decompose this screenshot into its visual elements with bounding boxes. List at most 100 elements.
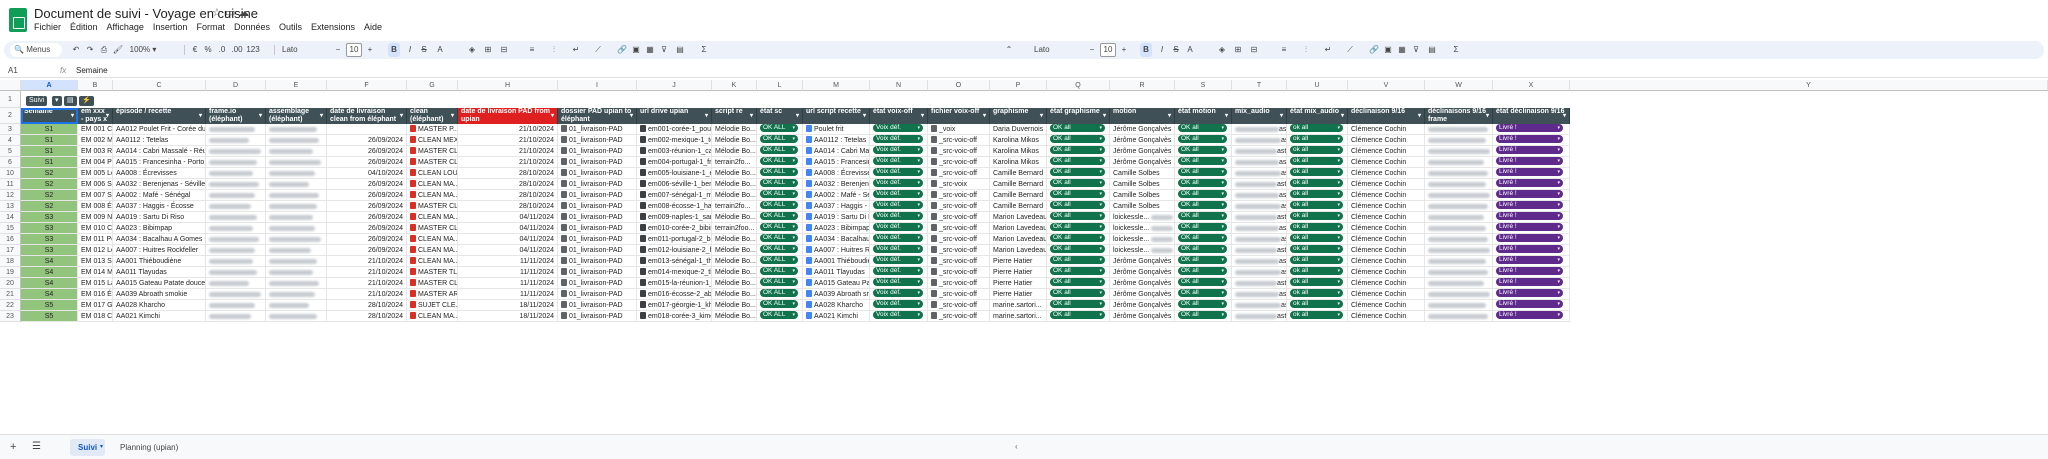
- table-cell[interactable]: EM 001 Corée 1: [78, 124, 113, 135]
- column-header-V[interactable]: V: [1348, 80, 1425, 91]
- table-cell[interactable]: 21/10/2024: [458, 146, 558, 157]
- status-chip[interactable]: OK all ▾: [1050, 190, 1105, 199]
- table-cell[interactable]: OK all ▾: [1047, 267, 1110, 278]
- table-cell[interactable]: [266, 190, 327, 201]
- filter-dropdown-icon[interactable]: ▾: [451, 112, 454, 120]
- status-chip[interactable]: OK ALL ▾: [760, 179, 798, 188]
- increase-decimal-button[interactable]: .00: [230, 43, 244, 57]
- table-cell[interactable]: Mélodie Bo...: [712, 190, 757, 201]
- column-header-S[interactable]: S: [1175, 80, 1232, 91]
- table-cell[interactable]: em014-mexique-2_tla...: [637, 267, 712, 278]
- table-cell[interactable]: 28/10/2024: [458, 190, 558, 201]
- filter-dropdown-icon[interactable]: ▾: [1040, 112, 1043, 120]
- table-cell[interactable]: [266, 135, 327, 146]
- table-cell[interactable]: [206, 311, 266, 322]
- table-cell[interactable]: em015-la-réunion-1_...: [637, 278, 712, 289]
- table-cell[interactable]: OK all ▾: [1047, 135, 1110, 146]
- status-chip[interactable]: Livré ! ▾: [1496, 256, 1563, 265]
- font-size-decrease[interactable]: −: [334, 43, 342, 57]
- table-cell[interactable]: AA037 : Haggis - É...: [803, 201, 870, 212]
- table-cell[interactable]: OK all ▾: [1175, 256, 1232, 267]
- table-cell[interactable]: 01_livraison-PAD: [558, 256, 637, 267]
- table-cell[interactable]: MASTER CL...: [407, 157, 458, 168]
- table-cell[interactable]: MASTER CL...: [407, 146, 458, 157]
- table-cell[interactable]: Livré ! ▾: [1493, 135, 1570, 146]
- table-cell[interactable]: 26/09/2024: [327, 201, 407, 212]
- table-cell[interactable]: [206, 190, 266, 201]
- table-cell[interactable]: Jérôme Gonçalvès: [1110, 256, 1175, 267]
- filter-dropdown-icon[interactable]: ▾: [1563, 112, 1566, 120]
- header-cell[interactable]: dossier PAD upian to éléphant ▾: [558, 108, 637, 124]
- table-cell[interactable]: Mélodie Bo...: [712, 300, 757, 311]
- table-cell[interactable]: OK all ▾: [1175, 212, 1232, 223]
- table-cell[interactable]: [266, 168, 327, 179]
- link-icon-right[interactable]: 🔗: [1368, 43, 1380, 57]
- status-chip[interactable]: ok all ▾: [1290, 289, 1343, 298]
- table-cell[interactable]: OK ALL ▾: [757, 212, 803, 223]
- table-cell[interactable]: [1425, 168, 1493, 179]
- table-cell[interactable]: astral-sou...: [1232, 278, 1287, 289]
- table-cell[interactable]: 21/10/2024: [458, 157, 558, 168]
- status-chip[interactable]: Voix déf. ▾: [873, 212, 923, 221]
- menu-0[interactable]: Fichier: [34, 22, 61, 32]
- table-cell[interactable]: AA011 Tlayudas: [803, 267, 870, 278]
- table-cell[interactable]: [266, 124, 327, 135]
- row-header[interactable]: 12: [0, 190, 21, 201]
- table-cell[interactable]: 26/09/2024: [327, 223, 407, 234]
- table-cell[interactable]: CLEAN MA...: [407, 256, 458, 267]
- undo-icon[interactable]: ↶: [70, 43, 82, 57]
- valign-icon[interactable]: ⫶: [548, 43, 560, 57]
- header-cell[interactable]: état voix-off ▾: [870, 108, 928, 124]
- status-chip[interactable]: OK ALL ▾: [760, 190, 798, 199]
- table-cell[interactable]: Mélodie Bo...: [712, 135, 757, 146]
- table-cell[interactable]: Jérôme Gonçalvès: [1110, 157, 1175, 168]
- font-select-right[interactable]: Lato: [1034, 43, 1078, 57]
- sheet-tab-planning[interactable]: Planning (upian): [112, 439, 186, 456]
- table-cell[interactable]: 01_livraison-PAD: [558, 179, 637, 190]
- status-chip[interactable]: OK all ▾: [1050, 234, 1105, 243]
- table-cell[interactable]: 18/11/2024: [458, 300, 558, 311]
- status-chip[interactable]: Voix déf. ▾: [873, 157, 923, 166]
- status-chip[interactable]: ok all ▾: [1290, 245, 1343, 254]
- table-cell[interactable]: [266, 212, 327, 223]
- row-header[interactable]: 16: [0, 234, 21, 245]
- automation-icon[interactable]: ⚡: [79, 96, 94, 106]
- table-cell[interactable]: OK all ▾: [1175, 179, 1232, 190]
- status-chip[interactable]: OK all ▾: [1178, 289, 1227, 298]
- status-chip[interactable]: Voix déf. ▾: [873, 223, 923, 232]
- font-select[interactable]: Lato: [282, 43, 330, 57]
- header-cell[interactable]: épisode / recette ▾: [113, 108, 206, 124]
- table-cell[interactable]: astral-sou...: [1232, 201, 1287, 212]
- status-chip[interactable]: ok all ▾: [1290, 311, 1343, 320]
- table-cell[interactable]: [206, 234, 266, 245]
- table-cell[interactable]: [266, 179, 327, 190]
- header-cell[interactable]: em xxx - pays x ▾: [78, 108, 113, 124]
- table-cell[interactable]: Jérôme Gonçalvès: [1110, 300, 1175, 311]
- table-cell[interactable]: OK all ▾: [1047, 234, 1110, 245]
- status-chip[interactable]: ok all ▾: [1290, 256, 1343, 265]
- table-cell[interactable]: Voix déf. ▾: [870, 278, 928, 289]
- table-cell[interactable]: AA034 : Bacalhau ...: [803, 234, 870, 245]
- table-cell[interactable]: OK all ▾: [1175, 289, 1232, 300]
- table-cell[interactable]: [266, 311, 327, 322]
- table-cell[interactable]: AA0112 : Tetelas: [803, 135, 870, 146]
- table-cell[interactable]: [206, 124, 266, 135]
- table-cell[interactable]: _src-voic-off: [928, 168, 990, 179]
- table-cell[interactable]: loickessle...: [1110, 245, 1175, 256]
- status-chip[interactable]: OK ALL ▾: [760, 245, 798, 254]
- table-cell[interactable]: EM 010 Corée 2: [78, 223, 113, 234]
- table-cell[interactable]: ok all ▾: [1287, 190, 1348, 201]
- table-cell[interactable]: 21/10/2024: [458, 124, 558, 135]
- filter-icon[interactable]: ⊽: [658, 43, 670, 57]
- status-chip[interactable]: OK all ▾: [1178, 190, 1227, 199]
- link-icon[interactable]: 🔗: [616, 43, 628, 57]
- row-header[interactable]: 20: [0, 278, 21, 289]
- status-chip[interactable]: OK ALL ▾: [760, 201, 798, 210]
- table-cell[interactable]: Livré ! ▾: [1493, 300, 1570, 311]
- status-chip[interactable]: OK all ▾: [1178, 135, 1227, 144]
- table-cell[interactable]: 11/11/2024: [458, 267, 558, 278]
- header-cell[interactable]: date de livraison clean from éléphant ▾: [327, 108, 407, 124]
- status-chip[interactable]: Voix déf. ▾: [873, 135, 923, 144]
- table-cell[interactable]: [1425, 201, 1493, 212]
- status-chip[interactable]: Voix déf. ▾: [873, 300, 923, 309]
